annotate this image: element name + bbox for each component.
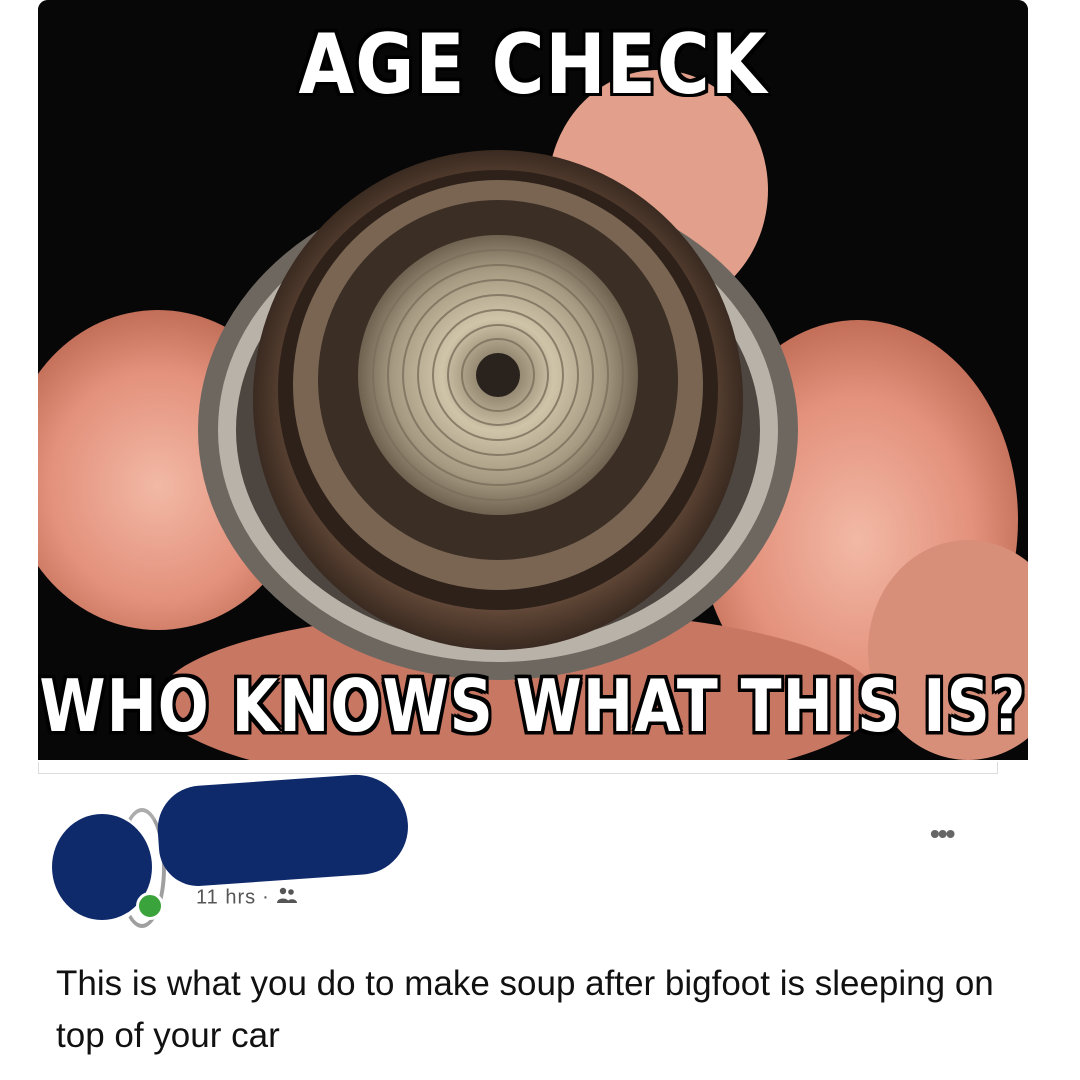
redacted-name[interactable] — [154, 771, 412, 889]
meme-image[interactable]: AGE CHECK WHO KNOWS WHAT THIS IS? — [38, 0, 1028, 760]
friends-icon[interactable] — [276, 886, 298, 910]
post-body-text: This is what you do to make soup after b… — [56, 964, 994, 1055]
post-meta: 11 hrs · — [196, 886, 298, 910]
meta-separator: · — [262, 886, 270, 909]
cigarette-lighter-photo — [38, 0, 1028, 760]
more-options-button[interactable]: ••• — [930, 818, 955, 850]
online-status-dot — [136, 892, 164, 920]
meme-top-caption: AGE CHECK — [298, 15, 768, 113]
post-header-and-body: 11 hrs · ••• This is what you do to make … — [38, 771, 1028, 1080]
post-time[interactable]: 11 hrs — [196, 886, 256, 908]
meme-bottom-caption: WHO KNOWS WHAT THIS IS? — [39, 665, 1027, 749]
divider — [38, 762, 998, 774]
